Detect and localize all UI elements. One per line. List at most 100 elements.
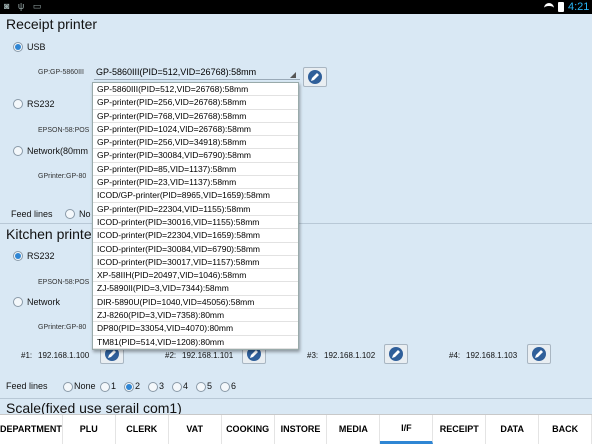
section-divider	[0, 398, 592, 399]
kitchen-rs232-label: RS232	[27, 251, 55, 261]
rs232-device-label: EPSON-58:POS	[38, 127, 90, 134]
printer-dropdown-list[interactable]: GP-5860III(PID=512,VID=26768):58mm GP-pri…	[92, 82, 299, 350]
kitchen-ip-4-label: #4:	[449, 351, 461, 360]
kitchen-feed-label-0: None	[74, 381, 96, 391]
dropdown-option[interactable]: ICOD-printer(PID=30084,VID=6790):58mm	[93, 243, 298, 256]
nav-tab-receip[interactable]: RECEIP T	[433, 415, 487, 444]
nav-tab-plu[interactable]: PLU	[63, 415, 116, 444]
nav-tab-label: PLU	[79, 424, 98, 434]
dropdown-option[interactable]: GP-printer(PID=30084,VID=6790):58mm	[93, 149, 298, 163]
receipt-feed-none-label: No	[79, 209, 91, 219]
kitchen-feed-label-3: 3	[159, 381, 165, 391]
kitchen-feed-radio-0[interactable]	[63, 382, 73, 392]
dropdown-arrow-icon	[290, 72, 296, 78]
dropdown-option[interactable]: GP-printer(PID=768,VID=26768):58mm	[93, 110, 298, 123]
kitchen-feed-radio-4[interactable]	[172, 382, 182, 392]
dropdown-option[interactable]: GP-printer(PID=1024,VID=26768):58mm	[93, 123, 298, 137]
receipt-feed-none-radio[interactable]	[65, 209, 75, 219]
dropdown-option[interactable]: ICOD-printer(PID=22304,VID=1659):58mm	[93, 229, 298, 243]
kitchen-printer-title: Kitchen printer	[6, 226, 97, 242]
nav-tab-label: DEPAR	[0, 424, 31, 434]
status-bar: ◙ ψ ▭ 4:21	[0, 0, 592, 14]
kitchen-ip-3-label: #3:	[307, 351, 319, 360]
nav-tab-back[interactable]: BACK	[539, 415, 592, 444]
dropdown-option[interactable]: GP-printer(PID=256,VID=34918):58mm	[93, 136, 298, 150]
pencil-icon	[532, 347, 546, 361]
network-label: Network(80mm	[27, 146, 89, 156]
dropdown-option[interactable]: ICOD-printer(PID=30017,VID=1157):58mm	[93, 256, 298, 270]
dropdown-option[interactable]: XP-58IIH(PID=20497,VID=1046):58mm	[93, 269, 298, 283]
nav-tab-if[interactable]: I/F	[380, 415, 434, 444]
kitchen-feed-label-1: 1	[111, 381, 117, 391]
bottom-nav: DEPAR TMENT PLU CLERK VAT COOKI NG INSTO RE MEDIA…	[0, 414, 592, 444]
kitchen-ip-1-value: 192.168.1.100	[38, 351, 90, 360]
nav-tab-label: T	[473, 424, 479, 434]
kitchen-feed-label-4: 4	[183, 381, 189, 391]
dropdown-option[interactable]: GP-5860III(PID=512,VID=26768):58mm	[93, 83, 298, 97]
nav-tab-label: RE	[307, 424, 321, 434]
nav-tab-label: I/F	[401, 422, 412, 433]
dropdown-option[interactable]: ZJ-8260(PID=3,VID=7358):80mm	[93, 309, 298, 323]
rs232-radio[interactable]	[13, 99, 23, 109]
nav-tab-clerk[interactable]: CLERK	[116, 415, 169, 444]
usb-edit-button[interactable]	[303, 67, 327, 87]
nav-tab-label: VAT	[186, 424, 203, 434]
nav-tab-label: RECEIP	[439, 424, 474, 434]
rs232-label: RS232	[27, 99, 55, 109]
kitchen-feed-radio-6[interactable]	[220, 382, 230, 392]
dropdown-option[interactable]: TM81(PID=514,VID=1208):80mm	[93, 336, 298, 349]
nav-tab-insto[interactable]: INSTO RE	[275, 415, 328, 444]
kitchen-ip-4-value: 192.168.1.103	[466, 351, 518, 360]
dropdown-option[interactable]: GP-printer(PID=23,VID=1137):58mm	[93, 176, 298, 190]
kitchen-network-device-label: GPrinter:GP-80	[38, 324, 87, 331]
dropdown-option[interactable]: ICOD/GP-printer(PID=8965,VID=1659):58mm	[93, 189, 298, 203]
dropdown-option[interactable]: DP80(PID=33054,VID=4070):80mm	[93, 322, 298, 336]
nav-tab-label: COOKI	[226, 424, 256, 434]
clock: 4:21	[568, 1, 590, 13]
kitchen-ip-3-edit-button[interactable]	[384, 344, 408, 364]
kitchen-feed-radio-3[interactable]	[148, 382, 158, 392]
receipt-printer-title: Receipt printer	[6, 16, 98, 32]
dropdown-option[interactable]: GP-printer(PID=85,VID=1137):58mm	[93, 163, 298, 177]
usb-device-label: GP:GP-5860III	[38, 69, 84, 76]
kitchen-feed-label-5: 5	[207, 381, 213, 391]
dropdown-option[interactable]: ICOD-printer(PID=30016,VID=1155):58mm	[93, 216, 298, 230]
kitchen-feed-label: Feed lines	[6, 381, 48, 391]
kitchen-feed-radio-1[interactable]	[100, 382, 110, 392]
dropdown-option[interactable]: GP-printer(PID=256,VID=26768):58mm	[93, 96, 298, 110]
dropdown-option[interactable]: GP-printer(PID=22304,VID=1155):58mm	[93, 203, 298, 216]
kitchen-feed-radio-2[interactable]	[124, 382, 134, 392]
dropdown-option[interactable]: ZJ-5890II(PID=3,VID=7344):58mm	[93, 282, 298, 296]
usb-printer-select[interactable]: GP-5860III(PID=512,VID=26768):58mm	[94, 66, 300, 80]
nav-tab-depar[interactable]: DEPAR TMENT	[0, 415, 63, 444]
nav-tab-data[interactable]: DATA	[486, 415, 540, 444]
kitchen-rs232-device-label: EPSON-58:POS	[38, 279, 90, 286]
network-radio[interactable]	[13, 146, 23, 156]
nav-tab-vat[interactable]: VAT	[169, 415, 222, 444]
nav-tab-cooki[interactable]: COOKI NG	[222, 415, 275, 444]
kitchen-feed-label-2: 2	[135, 381, 141, 391]
kitchen-feed-label-6: 6	[231, 381, 237, 391]
usb-label: USB	[27, 42, 46, 52]
usb-radio[interactable]	[13, 42, 23, 52]
kitchen-ip-2-value: 192.168.1.101	[182, 351, 234, 360]
kitchen-ip-4-edit-button[interactable]	[527, 344, 551, 364]
nav-tab-label: NG	[255, 424, 270, 434]
dropdown-option[interactable]: DIR-5890U(PID=1040,VID=45056):58mm	[93, 296, 298, 310]
nav-tab-label: DATA	[500, 424, 525, 434]
pencil-icon	[389, 347, 403, 361]
nav-tab-label: TMENT	[30, 424, 62, 434]
nav-tab-label: CLERK	[126, 424, 158, 434]
network-device-label: GPrinter:GP-80	[38, 173, 87, 180]
nav-tab-media[interactable]: MEDIA	[327, 415, 381, 444]
receipt-feed-label: Feed lines	[11, 209, 53, 219]
kitchen-rs232-radio[interactable]	[13, 251, 23, 261]
kitchen-ip-2-label: #2:	[165, 351, 177, 360]
nav-tab-label: INSTO	[280, 424, 308, 434]
kitchen-feed-radio-5[interactable]	[196, 382, 206, 392]
kitchen-network-radio[interactable]	[13, 297, 23, 307]
kitchen-ip-3-value: 192.168.1.102	[324, 351, 376, 360]
usb-printer-value: GP-5860III(PID=512,VID=26768):58mm	[96, 67, 257, 77]
nav-tab-label: MEDIA	[338, 424, 368, 434]
kitchen-network-label: Network	[27, 297, 61, 307]
